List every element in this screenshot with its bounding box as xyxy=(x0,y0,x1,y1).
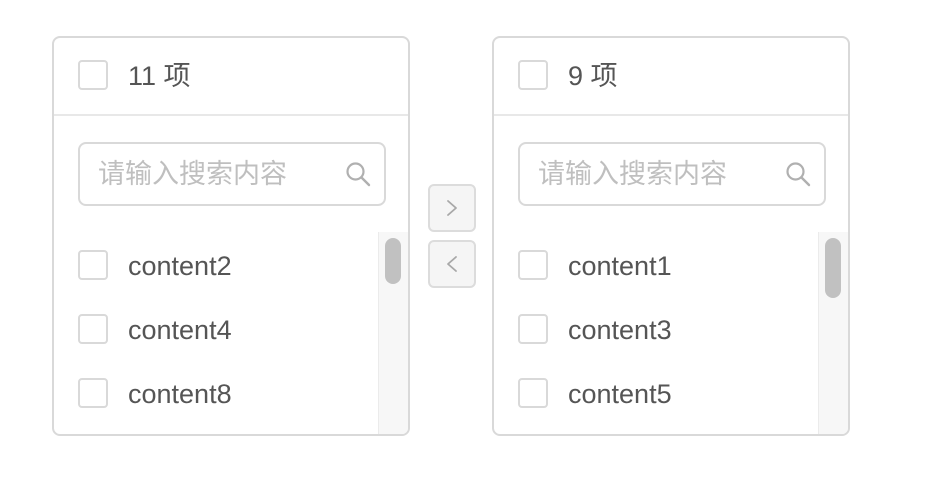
item-checkbox[interactable] xyxy=(518,378,548,408)
source-list-panel: 11 项 content2 content4 content8 xyxy=(52,36,410,436)
search-icon[interactable] xyxy=(344,160,372,188)
item-label: content5 xyxy=(568,379,672,409)
target-search-box xyxy=(518,142,826,206)
target-list-panel: 9 项 content1 content3 content5 xyxy=(492,36,850,436)
source-item-count: 11 项 xyxy=(128,61,191,91)
target-item-list: content1 content3 content5 xyxy=(494,234,848,434)
item-checkbox[interactable] xyxy=(518,250,548,280)
list-item[interactable]: content3 xyxy=(494,298,820,362)
list-item[interactable]: content1 xyxy=(494,234,820,298)
chevron-left-icon xyxy=(447,256,457,272)
list-item[interactable]: content5 xyxy=(494,362,820,426)
target-list-header: 9 项 xyxy=(494,38,848,116)
target-select-all-checkbox[interactable] xyxy=(518,60,548,90)
item-label: content3 xyxy=(568,315,672,345)
source-select-all-checkbox[interactable] xyxy=(78,60,108,90)
list-item[interactable]: content2 xyxy=(54,234,380,298)
item-label: content2 xyxy=(128,251,232,281)
list-item[interactable]: content8 xyxy=(54,362,380,426)
chevron-right-icon xyxy=(447,200,457,216)
item-label: content1 xyxy=(568,251,672,281)
list-item[interactable]: content4 xyxy=(54,298,380,362)
item-label: content8 xyxy=(128,379,232,409)
move-to-right-button[interactable] xyxy=(428,184,476,232)
item-checkbox[interactable] xyxy=(78,314,108,344)
item-checkbox[interactable] xyxy=(78,378,108,408)
source-scrollbar[interactable] xyxy=(378,232,408,434)
target-scroll-thumb[interactable] xyxy=(825,238,841,298)
source-item-list: content2 content4 content8 xyxy=(54,234,408,434)
source-search-box xyxy=(78,142,386,206)
item-checkbox[interactable] xyxy=(518,314,548,344)
target-item-count: 9 项 xyxy=(568,61,618,91)
source-list-header: 11 项 xyxy=(54,38,408,116)
source-scroll-thumb[interactable] xyxy=(385,238,401,284)
target-scrollbar[interactable] xyxy=(818,232,848,434)
search-icon[interactable] xyxy=(784,160,812,188)
item-checkbox[interactable] xyxy=(78,250,108,280)
target-search-input[interactable] xyxy=(520,144,770,204)
source-search-input[interactable] xyxy=(80,144,330,204)
item-label: content4 xyxy=(128,315,232,345)
move-to-left-button[interactable] xyxy=(428,240,476,288)
